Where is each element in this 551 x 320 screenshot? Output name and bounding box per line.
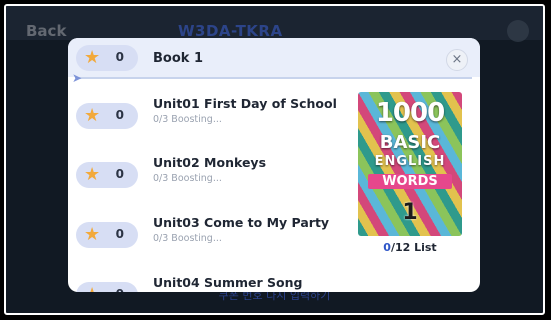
unit-title: Unit01 First Day of School (153, 96, 337, 111)
rocket-icon: ➤ (72, 71, 83, 85)
progress-rule (76, 77, 472, 79)
unit-star-count: 0 (115, 167, 124, 181)
unit-star-count: 0 (115, 227, 124, 241)
cover-title-number: 1000 (375, 98, 445, 128)
unit-row[interactable]: ★ 0 Unit04 Summer Song (68, 275, 358, 292)
cover-title-words: WORDS (368, 174, 452, 189)
unit-status: 0/3 Boosting... (153, 173, 222, 184)
progress-total: /12 List (390, 241, 437, 254)
unit-row[interactable]: ★ 0 Unit03 Come to My Party 0/3 Boosting… (68, 215, 358, 265)
unit-star-pill: ★ 0 (76, 222, 138, 248)
unit-row[interactable]: ★ 0 Unit02 Monkeys 0/3 Boosting... (68, 155, 358, 205)
close-icon[interactable]: × (446, 49, 468, 71)
progress-done: 0 (383, 241, 391, 254)
unit-status: 0/3 Boosting... (153, 233, 222, 244)
book-modal: ★ 0 Book 1 × ➤ ★ 0 Unit01 First Day of S… (68, 38, 480, 292)
unit-title: Unit02 Monkeys (153, 155, 267, 170)
unit-title: Unit03 Come to My Party (153, 215, 330, 230)
unit-status: 0/3 Boosting... (153, 114, 222, 125)
book-star-count: 0 (115, 50, 124, 64)
modal-header: ★ 0 Book 1 × (68, 38, 480, 77)
book-star-pill: ★ 0 (76, 45, 138, 71)
star-icon: ★ (84, 47, 101, 68)
unit-row[interactable]: ★ 0 Unit01 First Day of School 0/3 Boost… (68, 96, 358, 146)
cover-title-english: ENGLISH (374, 154, 446, 169)
unit-star-count: 0 (115, 108, 124, 122)
star-icon: ★ (84, 224, 101, 245)
back-button[interactable]: Back (26, 22, 66, 40)
unit-star-pill: ★ 0 (76, 103, 138, 129)
unit-star-pill: ★ 0 (76, 162, 138, 188)
star-icon: ★ (84, 164, 101, 185)
settings-icon[interactable] (507, 20, 529, 42)
star-icon: ★ (84, 105, 101, 126)
unit-title: Unit04 Summer Song (153, 275, 303, 290)
book-title: Book 1 (153, 51, 203, 66)
cover-volume: 1 (402, 200, 418, 225)
unit-star-pill: ★ 0 (76, 282, 138, 292)
book-cover: 1000 BASIC ENGLISH WORDS 1 (358, 92, 462, 236)
star-icon: ★ (84, 284, 100, 292)
unit-star-count: 0 (116, 287, 124, 292)
list-progress: 0/12 List (358, 241, 462, 254)
cover-title-basic: BASIC (379, 132, 441, 153)
